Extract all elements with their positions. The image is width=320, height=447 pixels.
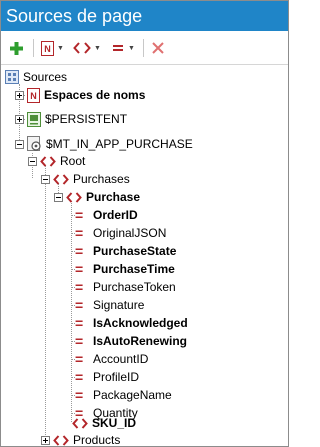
toolbar-separator <box>33 39 34 57</box>
tree-node-label: AccountID <box>93 352 149 366</box>
tree-node-label: Products <box>73 433 121 447</box>
attribute-icon: = <box>75 315 84 331</box>
chevron-down-icon: ▼ <box>128 44 135 52</box>
tree-node-label: Purchases <box>73 172 130 186</box>
tree-node-attribute[interactable]: = OriginalJSON <box>69 224 166 242</box>
tree-node-in-app-purchase[interactable]: $MT_IN_APP_PURCHASE <box>15 135 193 153</box>
tree-node-label: PackageName <box>93 388 172 402</box>
tree-node-label: PurchaseToken <box>93 280 176 294</box>
tree-node-label: ProfileID <box>93 370 140 384</box>
tree-node-attribute[interactable]: = PurchaseTime <box>69 260 175 278</box>
tree-node-label: Sources <box>23 70 68 84</box>
tree-node-label: IsAcknowledged <box>93 316 188 330</box>
element-icon <box>53 434 69 447</box>
element-icon <box>72 417 88 430</box>
tree-node-attribute[interactable]: = PackageName <box>69 386 172 404</box>
page-sources-panel: Sources de page N ▼ ▼ ▼ Sources N Espace… <box>0 0 289 447</box>
toolbar: N ▼ ▼ ▼ <box>1 31 288 65</box>
tree-node-attribute[interactable]: = PurchaseState <box>69 242 176 260</box>
attribute-icon: = <box>75 333 84 349</box>
attribute-icon: = <box>75 387 84 403</box>
expand-toggle[interactable] <box>15 114 24 124</box>
tree-node-attribute[interactable]: = AccountID <box>69 350 148 368</box>
attribute-icon <box>111 41 125 55</box>
tree-node-label: OrderID <box>93 208 138 222</box>
panel-title: Sources de page <box>1 1 288 31</box>
element-icon <box>40 155 56 168</box>
chevron-down-icon: ▼ <box>94 44 101 52</box>
add-icon <box>9 41 24 56</box>
tree-node-label: OriginalJSON <box>93 226 167 240</box>
element-icon <box>53 173 69 186</box>
collapse-toggle[interactable] <box>15 139 24 149</box>
tree-node-label: $PERSISTENT <box>45 112 128 126</box>
element-icon <box>73 41 91 55</box>
tree-node-purchase[interactable]: Purchase <box>54 188 140 206</box>
source-tree: Sources N Espaces de noms $PERSISTENT $M… <box>1 65 288 446</box>
tree-node-attribute[interactable]: = IsAcknowledged <box>69 314 188 332</box>
sources-icon <box>5 70 19 84</box>
attribute-icon: = <box>75 279 84 295</box>
tree-node-root[interactable]: Root <box>28 152 85 170</box>
tree-node-attribute[interactable]: = PurchaseToken <box>69 278 176 296</box>
attribute-icon: = <box>75 243 84 259</box>
tree-node-label: PurchaseTime <box>93 262 175 276</box>
svg-text:N: N <box>44 44 51 54</box>
tree-node-label: Root <box>60 154 86 168</box>
attribute-icon: = <box>75 297 84 313</box>
namespace-icon: N <box>27 87 40 103</box>
element-icon <box>66 191 82 204</box>
tree-node-attribute[interactable]: = Signature <box>69 296 144 314</box>
tree-node-sources[interactable]: Sources <box>5 68 67 86</box>
tree-node-label: SKU_ID <box>92 416 137 430</box>
attribute-icon: = <box>75 207 84 223</box>
tree-node-label: IsAutoRenewing <box>93 334 188 348</box>
delete-icon <box>151 41 165 55</box>
attribute-icon: = <box>75 351 84 367</box>
tree-node-products[interactable]: Products <box>41 431 121 447</box>
tree-node-attribute[interactable]: = ProfileID <box>69 368 139 386</box>
namespace-icon: N <box>41 40 54 56</box>
svg-text:N: N <box>30 91 37 101</box>
add-namespace-button[interactable]: N ▼ <box>41 39 64 57</box>
delete-button[interactable] <box>151 39 165 57</box>
chevron-down-icon: ▼ <box>57 44 64 52</box>
toolbar-separator <box>143 39 144 57</box>
collapse-toggle[interactable] <box>28 156 37 166</box>
persistent-icon <box>27 111 41 127</box>
attribute-icon: = <box>75 225 84 241</box>
tree-node-label: Purchase <box>86 190 141 204</box>
tree-node-label: Signature <box>93 298 145 312</box>
add-element-button[interactable]: ▼ <box>73 39 101 57</box>
tree-node-persistent[interactable]: $PERSISTENT <box>15 110 127 128</box>
tree-node-label: Espaces de noms <box>44 88 146 102</box>
collapse-toggle[interactable] <box>41 174 50 184</box>
tree-node-sku-id[interactable]: SKU_ID <box>69 414 136 432</box>
source-gear-icon <box>27 136 42 152</box>
tree-node-attribute[interactable]: = OrderID <box>69 206 138 224</box>
add-button[interactable] <box>9 39 24 57</box>
add-attribute-button[interactable]: ▼ <box>111 39 135 57</box>
tree-node-label: $MT_IN_APP_PURCHASE <box>46 137 193 151</box>
collapse-toggle[interactable] <box>54 192 63 202</box>
tree-node-purchases[interactable]: Purchases <box>41 170 130 188</box>
tree-node-namespaces[interactable]: N Espaces de noms <box>15 86 145 104</box>
attribute-icon: = <box>75 369 84 385</box>
tree-node-label: PurchaseState <box>93 244 177 258</box>
expand-toggle[interactable] <box>15 90 24 100</box>
tree-node-attribute[interactable]: = IsAutoRenewing <box>69 332 187 350</box>
expand-toggle[interactable] <box>41 435 50 445</box>
attribute-icon: = <box>75 261 84 277</box>
